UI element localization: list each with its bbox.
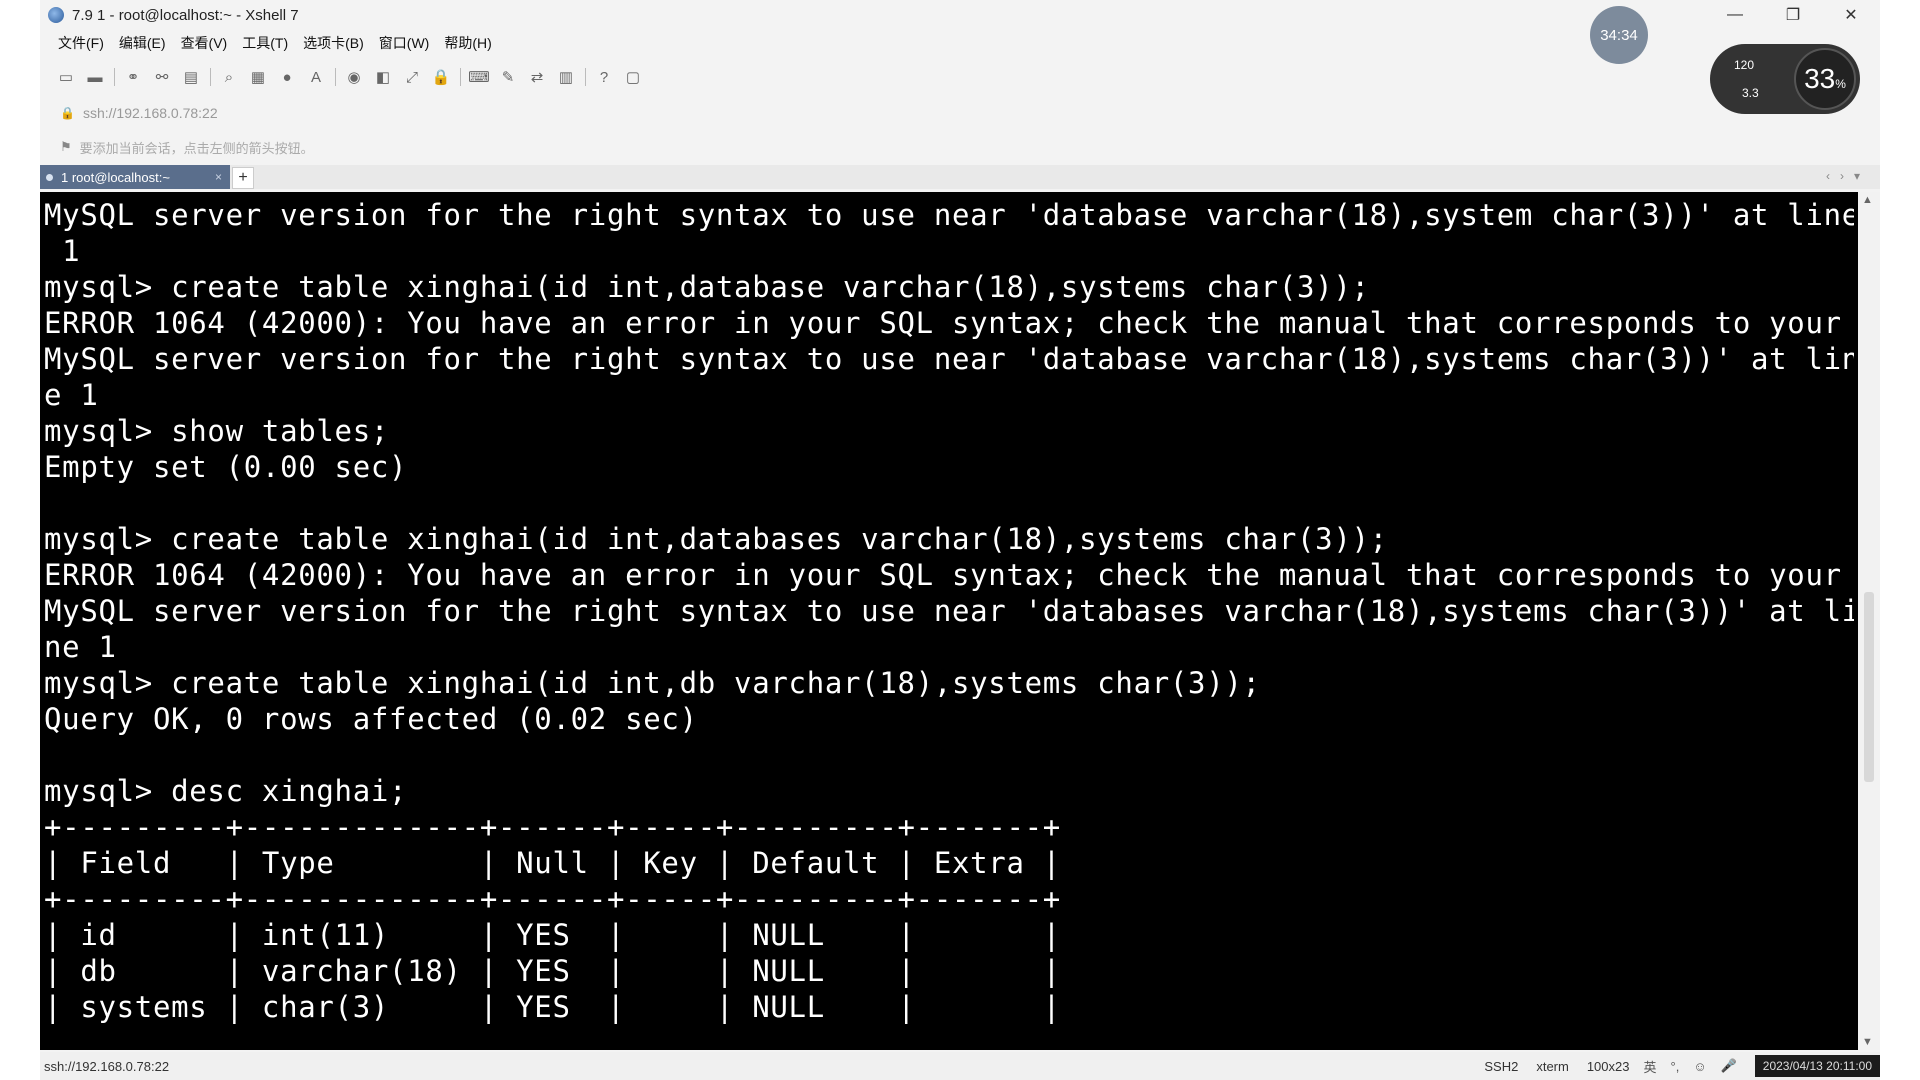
disconnect-icon[interactable]: ⚯ bbox=[152, 67, 172, 87]
tab-nav-arrows-icon[interactable]: ‹›▾ bbox=[1826, 169, 1870, 183]
terminal-line: mysql> show tables; bbox=[44, 414, 390, 448]
status-protocol: SSH2 bbox=[1484, 1058, 1519, 1074]
terminal-line: Query OK, 0 rows affected (0.02 sec) bbox=[44, 702, 698, 736]
xftp-icon[interactable]: ◧ bbox=[373, 67, 393, 87]
network-monitor-widget[interactable]: 120 3.3 33% bbox=[1710, 44, 1860, 114]
net-upload-speed: 120 bbox=[1734, 58, 1755, 72]
scrollbar-thumb[interactable] bbox=[1864, 592, 1874, 782]
address-value[interactable]: ssh://192.168.0.78:22 bbox=[83, 105, 218, 121]
color-scheme-icon[interactable]: ● bbox=[277, 67, 297, 87]
ime-tray: 英 °, ☺ 🎤 bbox=[1629, 1057, 1736, 1076]
close-button[interactable]: ✕ bbox=[1822, 0, 1880, 30]
net-download-speed: 3.3 bbox=[1742, 86, 1759, 100]
find-icon[interactable]: ⌕ bbox=[219, 67, 239, 87]
menu-file[interactable]: 文件(F) bbox=[58, 33, 104, 53]
ime-emoji-icon[interactable]: ☺ bbox=[1693, 1059, 1706, 1074]
window-controls: — ❐ ✕ bbox=[1706, 0, 1880, 30]
system-clock: 2023/04/13 20:11:00 bbox=[1754, 1055, 1880, 1077]
menu-tabs[interactable]: 选项卡(B) bbox=[303, 33, 364, 53]
session-hint-bar: ⚑ 要添加当前会话，点击左侧的箭头按钮。 bbox=[40, 134, 1880, 160]
terminal-line: | db | varchar(18) | YES | | NULL | | bbox=[44, 954, 1061, 988]
terminal-line: ERROR 1064 (42000): You have an error in… bbox=[44, 306, 1842, 340]
menu-tools[interactable]: 工具(T) bbox=[242, 33, 288, 53]
address-bar[interactable]: 🔒 ssh://192.168.0.78:22 bbox=[40, 100, 1880, 126]
cpu-usage-gauge: 33% bbox=[1794, 48, 1856, 110]
terminal-line: | id | int(11) | YES | | NULL | | bbox=[44, 918, 1061, 952]
ime-microphone-icon[interactable]: 🎤 bbox=[1721, 1058, 1737, 1074]
status-size: 100x23 bbox=[1586, 1058, 1630, 1074]
xshell-app-icon bbox=[48, 7, 64, 23]
status-term: xterm bbox=[1536, 1058, 1569, 1074]
help-icon[interactable]: ? bbox=[594, 67, 614, 87]
menu-view[interactable]: 查看(V) bbox=[181, 33, 228, 53]
minimize-button[interactable]: — bbox=[1706, 0, 1764, 30]
hint-text: 要添加当前会话，点击左侧的箭头按钮。 bbox=[79, 140, 314, 156]
terminal-pane[interactable]: MySQL server version for the right synta… bbox=[40, 192, 1858, 1050]
recording-timer-badge[interactable]: 34:34 bbox=[1590, 6, 1648, 64]
ime-language[interactable]: 英 bbox=[1643, 1057, 1656, 1076]
tab-status-icon bbox=[46, 173, 53, 181]
restore-button[interactable]: ❐ bbox=[1764, 0, 1822, 30]
tab-session-1[interactable]: 1 root@localhost:~ × bbox=[40, 165, 230, 189]
transfer-icon[interactable]: ⇄ bbox=[527, 67, 547, 87]
terminal-line: mysql> create table xinghai(id int,datab… bbox=[44, 522, 1388, 556]
terminal-line: ERROR 1064 (42000): You have an error in… bbox=[44, 558, 1842, 592]
terminal-line: +---------+-------------+------+-----+--… bbox=[44, 810, 1061, 844]
terminal-line: +---------+-------------+------+-----+--… bbox=[44, 882, 1061, 916]
terminal-line: | Field | Type | Null | Key | Default | … bbox=[44, 846, 1061, 880]
new-session-icon[interactable]: ▭ bbox=[56, 67, 76, 87]
fullscreen-icon[interactable]: ⤢ bbox=[402, 67, 422, 87]
terminal-line: mysql> create table xinghai(id int,db va… bbox=[44, 666, 1261, 700]
toolbar-divider bbox=[585, 68, 586, 86]
terminal-line: 1 bbox=[44, 234, 81, 268]
terminal-line: MySQL server version for the right synta… bbox=[44, 594, 1854, 628]
globe-icon[interactable]: ◉ bbox=[344, 67, 364, 87]
keyboard-icon[interactable]: ⌨ bbox=[468, 67, 490, 87]
scroll-up-icon[interactable]: ▲ bbox=[1862, 194, 1873, 206]
properties-icon[interactable]: ▤ bbox=[181, 67, 201, 87]
tab-bar: 1 root@localhost:~ × + ‹›▾ bbox=[40, 165, 1880, 189]
terminal-line: MySQL server version for the right synta… bbox=[44, 198, 1854, 232]
bookmark-icon[interactable]: ⚑ bbox=[60, 139, 72, 155]
terminal-line: e 1 bbox=[44, 378, 99, 412]
terminal-line: mysql> create table xinghai(id int,datab… bbox=[44, 270, 1370, 304]
tab-close-icon[interactable]: × bbox=[215, 170, 222, 184]
toolbar-divider bbox=[335, 68, 336, 86]
toolbar: ▭ ▬ ⚭ ⚯ ▤ ⌕ ▦ ● A ◉ ◧ ⤢ 🔒 ⌨ ✎ ⇄ ▥ ? ▢ bbox=[40, 62, 1880, 92]
status-session: ssh://192.168.0.78:22 bbox=[44, 1058, 170, 1074]
tab-label: 1 root@localhost:~ bbox=[61, 169, 170, 185]
connect-icon[interactable]: ⚭ bbox=[123, 67, 143, 87]
toolbar-divider bbox=[460, 68, 461, 86]
layout-icon[interactable]: ▥ bbox=[556, 67, 576, 87]
cpu-usage-value: 33 bbox=[1804, 63, 1836, 94]
status-bar: ssh://192.168.0.78:22 SSH2 xterm 100x23 … bbox=[40, 1052, 1880, 1080]
add-tab-button[interactable]: + bbox=[232, 167, 254, 189]
print-icon[interactable]: ▦ bbox=[248, 67, 268, 87]
menu-edit[interactable]: 编辑(E) bbox=[119, 33, 166, 53]
chat-icon[interactable]: ▢ bbox=[623, 67, 643, 87]
cpu-usage-unit: % bbox=[1835, 77, 1846, 91]
compose-icon[interactable]: ✎ bbox=[498, 67, 518, 87]
terminal-line: Empty set (0.00 sec) bbox=[44, 450, 408, 484]
terminal-output: MySQL server version for the right synta… bbox=[44, 197, 1854, 1025]
toolbar-divider bbox=[114, 68, 115, 86]
menu-window[interactable]: 窗口(W) bbox=[379, 33, 430, 53]
lock-icon[interactable]: 🔒 bbox=[431, 67, 451, 87]
scroll-down-icon[interactable]: ▼ bbox=[1862, 1036, 1873, 1048]
menu-help[interactable]: 帮助(H) bbox=[444, 33, 491, 53]
xshell-window: 7.9 1 - root@localhost:~ - Xshell 7 — ❐ … bbox=[40, 0, 1880, 1080]
open-folder-icon[interactable]: ▬ bbox=[85, 67, 105, 87]
font-icon[interactable]: A bbox=[306, 67, 326, 87]
terminal-line: MySQL server version for the right synta… bbox=[44, 342, 1854, 376]
vertical-scrollbar[interactable]: ▲ ▼ bbox=[1858, 192, 1880, 1050]
terminal-line: ne 1 bbox=[44, 630, 117, 664]
ime-punctuation[interactable]: °, bbox=[1671, 1059, 1680, 1074]
lock-icon: 🔒 bbox=[60, 106, 75, 120]
toolbar-divider bbox=[210, 68, 211, 86]
window-title: 7.9 1 - root@localhost:~ - Xshell 7 bbox=[72, 6, 299, 24]
terminal-line: mysql> desc xinghai; bbox=[44, 774, 408, 808]
terminal-line: | systems | char(3) | YES | | NULL | | bbox=[44, 990, 1061, 1024]
